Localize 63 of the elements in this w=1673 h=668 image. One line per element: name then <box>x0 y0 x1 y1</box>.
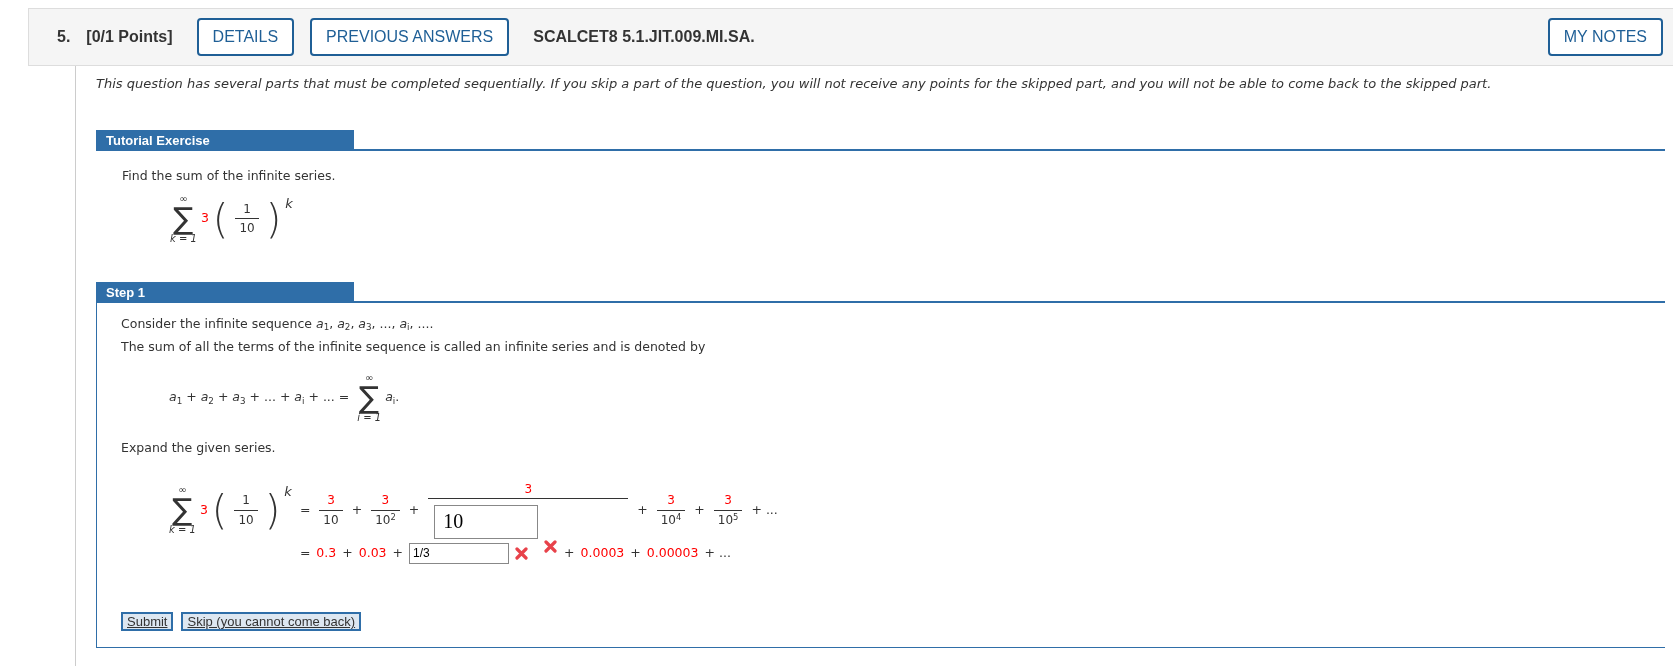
numerator: 1 <box>241 493 251 510</box>
points-label: [0/1 Points] <box>86 27 173 47</box>
question-code: SCALCET8 5.1.JIT.009.MI.SA. <box>533 27 755 47</box>
denominator: 10$^{2}$ <box>371 509 400 528</box>
left-parenthesis: ( <box>212 198 229 239</box>
numerator: 3 <box>723 493 733 510</box>
operator: + <box>342 544 353 562</box>
exponent: k <box>285 194 293 213</box>
denominator: 10$^{4}$ <box>656 509 686 528</box>
left-parenthesis: ( <box>211 490 228 531</box>
term-value: 0.03 <box>358 544 387 562</box>
denominator: 10 <box>235 218 259 236</box>
operator: + ... <box>751 500 778 519</box>
operator: + ... <box>704 544 731 562</box>
header-button[interactable]: PREVIOUS ANSWERS <box>310 17 510 57</box>
term-value: 0.00003 <box>646 544 699 562</box>
sigma-symbol: ∑ <box>172 495 193 526</box>
term-value: 0.0003 <box>580 544 625 562</box>
numerator: 3 <box>523 481 534 498</box>
answer-field[interactable]: 10 <box>434 504 539 539</box>
question-number: 5. <box>57 27 71 47</box>
sum-upper-limit: ∞ <box>365 372 374 383</box>
action-button[interactable]: Skip (you cannot come back) <box>181 611 362 632</box>
expand-prompt: Expand the given series. <box>121 438 277 457</box>
sum-upper-limit: ∞ <box>179 193 188 204</box>
right-parenthesis: ) <box>264 490 281 531</box>
panel-title: Step 1 <box>96 281 354 304</box>
sequence-text: Consider the infinite sequence a$_{1}$, a$_{2}$, a$_{3}$, ..., a$_{i}$, .... <box>121 315 435 334</box>
denominator: 10 <box>234 509 258 528</box>
prompt-text: Find the sum of the infinite series. <box>122 167 337 185</box>
coefficient: 3 <box>199 500 208 519</box>
operator: + <box>637 500 648 519</box>
operator: + <box>694 500 705 519</box>
right-parenthesis: ) <box>265 198 282 239</box>
sigma-symbol: ∑ <box>173 203 194 234</box>
header-button[interactable]: DETAILS <box>196 17 295 57</box>
operator: + <box>564 544 575 562</box>
operator: + <box>392 544 404 562</box>
summand: a$_{i}$. <box>385 388 400 408</box>
panel-title: Tutorial Exercise <box>96 129 354 151</box>
operator: + <box>408 500 420 519</box>
exponent: k <box>284 482 292 501</box>
series-expression: a$_{1}$ + a$_{2}$ + a$_{3}$ + ... + a$_{i}$ + ... = <box>169 388 350 408</box>
answer-field[interactable]: 1/3 <box>409 542 510 564</box>
definition-text: The sum of all the terms of the infinite sequence is called an infinite series and is denoted by <box>121 338 707 356</box>
numerator: 1 <box>242 201 252 218</box>
coefficient: 3 <box>200 209 209 228</box>
denominator: 10 <box>319 509 343 528</box>
operator: + <box>630 544 641 562</box>
numerator: 3 <box>380 493 391 510</box>
operator: = <box>299 544 311 562</box>
operator: + <box>351 500 363 519</box>
sigma-symbol: ∑ <box>359 382 380 413</box>
notes-button[interactable]: MY NOTES <box>1547 17 1663 57</box>
term-value: 0.3 <box>316 544 337 562</box>
numerator: 3 <box>666 493 676 510</box>
operator: = <box>299 500 311 519</box>
numerator: 3 <box>326 493 336 510</box>
instructions-text: This question has several parts that must be completed sequentially. If you skip a part of the question, you will not receive any points for the skipped part, and you will not be able to come back to the skipped part. <box>96 75 1493 93</box>
denominator: 10$^{5}$ <box>713 509 743 528</box>
sum-lower-limit: k = 1 <box>169 525 196 536</box>
sum-upper-limit: ∞ <box>178 485 187 496</box>
action-button[interactable]: Submit <box>121 611 174 632</box>
